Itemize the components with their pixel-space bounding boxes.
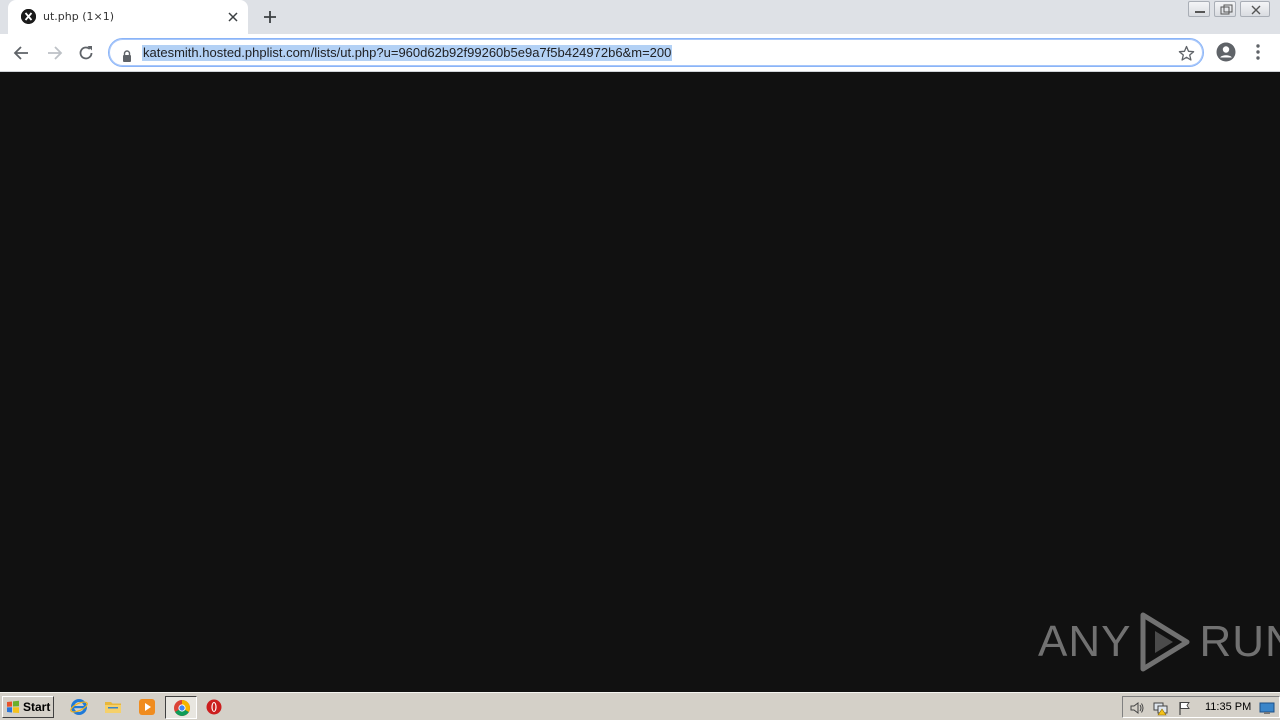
taskbar: Start 11:35 PM — [0, 692, 1280, 720]
show-desktop-icon[interactable] — [1259, 700, 1275, 716]
close-window-button[interactable] — [1240, 1, 1270, 17]
taskbar-clock: 11:35 PM — [1205, 701, 1252, 713]
system-tray: 11:35 PM — [1122, 696, 1280, 718]
new-tab-icon[interactable] — [260, 7, 280, 27]
browser-toolbar: katesmith.hosted.phplist.com/lists/ut.ph… — [0, 34, 1280, 72]
start-label: Start — [23, 700, 51, 714]
close-tab-icon[interactable] — [225, 9, 241, 25]
lock-icon[interactable] — [122, 47, 132, 62]
start-button[interactable]: Start — [2, 696, 54, 718]
address-bar[interactable]: katesmith.hosted.phplist.com/lists/ut.ph… — [108, 38, 1204, 67]
network-icon[interactable] — [1153, 700, 1169, 716]
menu-icon[interactable] — [1250, 42, 1266, 62]
url-text[interactable]: katesmith.hosted.phplist.com/lists/ut.ph… — [142, 45, 673, 61]
restore-button[interactable] — [1214, 1, 1236, 17]
flag-icon[interactable] — [1177, 700, 1193, 716]
phplist-favicon-icon — [21, 9, 36, 24]
page-content: ANY RUN — [0, 72, 1280, 692]
minimize-button[interactable] — [1188, 1, 1210, 17]
media-player-icon[interactable] — [138, 698, 156, 716]
tab-title: ut.php (1×1) — [43, 10, 115, 23]
browser-tab[interactable]: ut.php (1×1) — [8, 0, 248, 34]
back-arrow-icon[interactable] — [12, 43, 32, 63]
file-explorer-icon[interactable] — [104, 698, 122, 716]
forward-arrow-icon[interactable] — [44, 43, 64, 63]
windows-logo-icon — [7, 700, 19, 713]
volume-icon[interactable] — [1129, 700, 1145, 716]
watermark-left-text: ANY — [1038, 617, 1132, 666]
internet-explorer-icon[interactable] — [70, 698, 88, 716]
chrome-icon — [174, 700, 190, 716]
reload-icon[interactable] — [76, 43, 96, 63]
opera-icon[interactable] — [205, 698, 223, 716]
profile-icon[interactable] — [1216, 42, 1236, 62]
window-controls — [1188, 1, 1270, 17]
chrome-taskbar-button[interactable] — [165, 696, 197, 719]
bookmark-star-icon[interactable] — [1178, 45, 1195, 62]
watermark-play-icon — [1140, 612, 1190, 672]
anyrun-watermark: ANY RUN — [1038, 610, 1280, 674]
watermark-right-text: RUN — [1199, 617, 1280, 666]
tab-strip: ut.php (1×1) — [0, 0, 1280, 34]
